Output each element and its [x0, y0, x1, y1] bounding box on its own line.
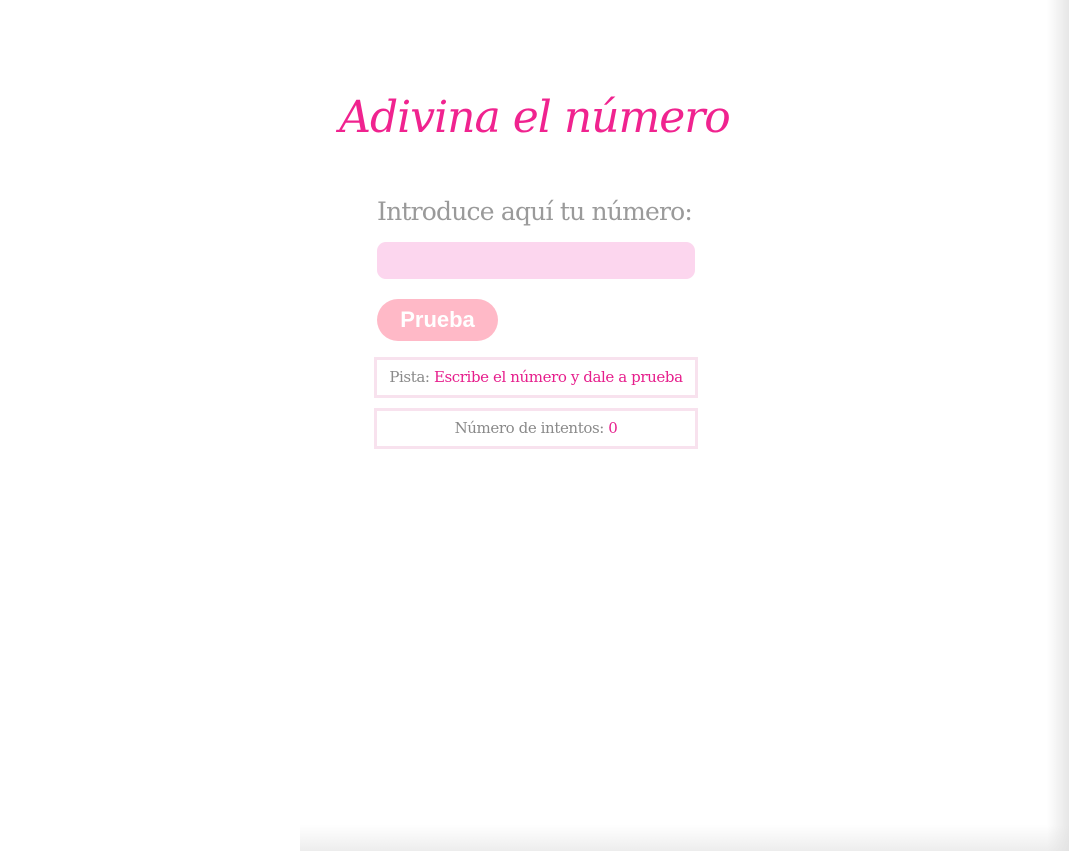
- hint-box: Pista: Escribe el número y dale a prueba: [374, 357, 698, 398]
- window-edge-shadow-right: [1047, 0, 1069, 851]
- attempts-box: Número de intentos: 0: [374, 408, 698, 449]
- page-title: Adivina el número: [339, 92, 731, 143]
- hint-text: Escribe el número y dale a prueba: [433, 368, 683, 386]
- number-input[interactable]: [377, 242, 695, 279]
- try-button[interactable]: Prueba: [377, 299, 498, 341]
- number-input-label: Introduce aquí tu número:: [377, 197, 693, 226]
- guess-form: Introduce aquí tu número: Prueba: [377, 192, 697, 341]
- attempts-count: 0: [608, 419, 618, 437]
- hint-label: Pista:: [389, 368, 434, 386]
- game-page: Adivina el número Introduce aquí tu núme…: [0, 0, 1069, 851]
- attempts-label: Número de intentos:: [454, 419, 609, 437]
- window-edge-shadow-bottom: [300, 825, 1069, 851]
